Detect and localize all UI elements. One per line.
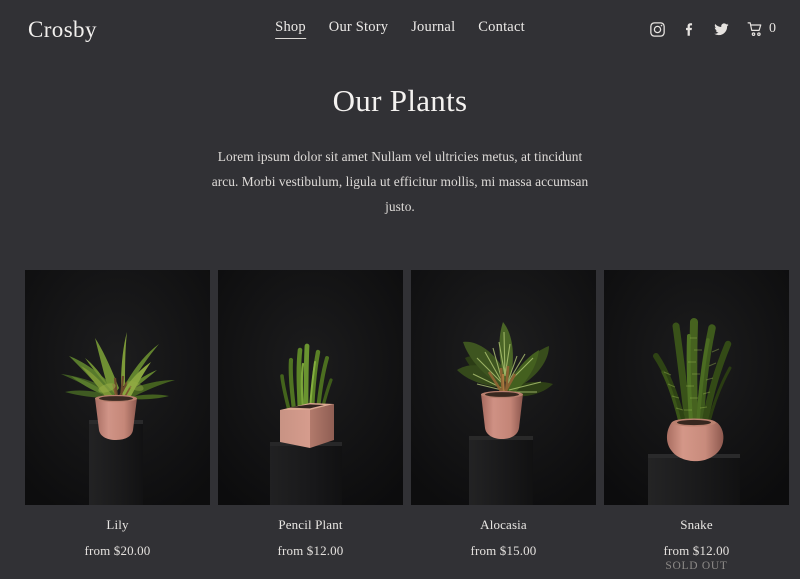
product-price: from $12.00: [277, 542, 344, 558]
product-name: Snake: [680, 517, 713, 532]
site-header: Crosby Shop Our Story Journal Contact 0: [0, 0, 800, 58]
product-sold-out-badge: SOLD OUT: [665, 560, 728, 573]
intro-section: Our Plants Lorem ipsum dolor sit amet Nu…: [0, 58, 800, 219]
product-card-snake[interactable]: Snake from $12.00 SOLD OUT: [604, 270, 789, 574]
nav-link-shop[interactable]: Shop: [275, 19, 306, 39]
twitter-icon[interactable]: [713, 21, 730, 38]
shopping-cart-icon: [747, 21, 764, 38]
product-info: Snake from $12.00 SOLD OUT: [604, 505, 789, 574]
cart-count: 0: [769, 21, 776, 36]
nav-link-our-story[interactable]: Our Story: [329, 19, 388, 39]
snake-plant-photo[interactable]: [604, 270, 789, 505]
product-price: from $12.00: [663, 542, 730, 558]
product-name: Alocasia: [480, 517, 527, 532]
product-name: Pencil Plant: [278, 517, 343, 532]
main-navigation: Shop Our Story Journal Contact: [275, 19, 525, 39]
intro-paragraph: Lorem ipsum dolor sit amet Nullam vel ul…: [211, 149, 589, 215]
product-info: Alocasia from $15.00: [411, 505, 596, 558]
product-price: from $20.00: [84, 542, 151, 558]
product-card-lily[interactable]: Lily from $20.00: [25, 270, 210, 574]
page-root: Crosby Shop Our Story Journal Contact 0 …: [0, 0, 800, 579]
lily-plant-photo[interactable]: [25, 270, 210, 505]
page-title: Our Plants: [332, 83, 468, 118]
product-info: Pencil Plant from $12.00: [218, 505, 403, 558]
facebook-icon[interactable]: [681, 21, 698, 38]
nav-link-journal[interactable]: Journal: [411, 19, 455, 39]
product-grid: Lily from $20.00 Pencil Plant from $12.0…: [25, 270, 789, 574]
product-card-alocasia[interactable]: Alocasia from $15.00: [411, 270, 596, 574]
nav-link-contact[interactable]: Contact: [478, 19, 525, 39]
product-name: Lily: [106, 517, 129, 532]
product-info: Lily from $20.00: [25, 505, 210, 558]
site-logo[interactable]: Crosby: [28, 18, 97, 41]
header-actions: 0: [649, 21, 776, 38]
pencil-plant-photo[interactable]: [218, 270, 403, 505]
alocasia-plant-photo[interactable]: [411, 270, 596, 505]
product-card-pencil-plant[interactable]: Pencil Plant from $12.00: [218, 270, 403, 574]
product-price: from $15.00: [470, 542, 537, 558]
instagram-icon[interactable]: [649, 21, 666, 38]
cart-button[interactable]: 0: [747, 21, 776, 38]
